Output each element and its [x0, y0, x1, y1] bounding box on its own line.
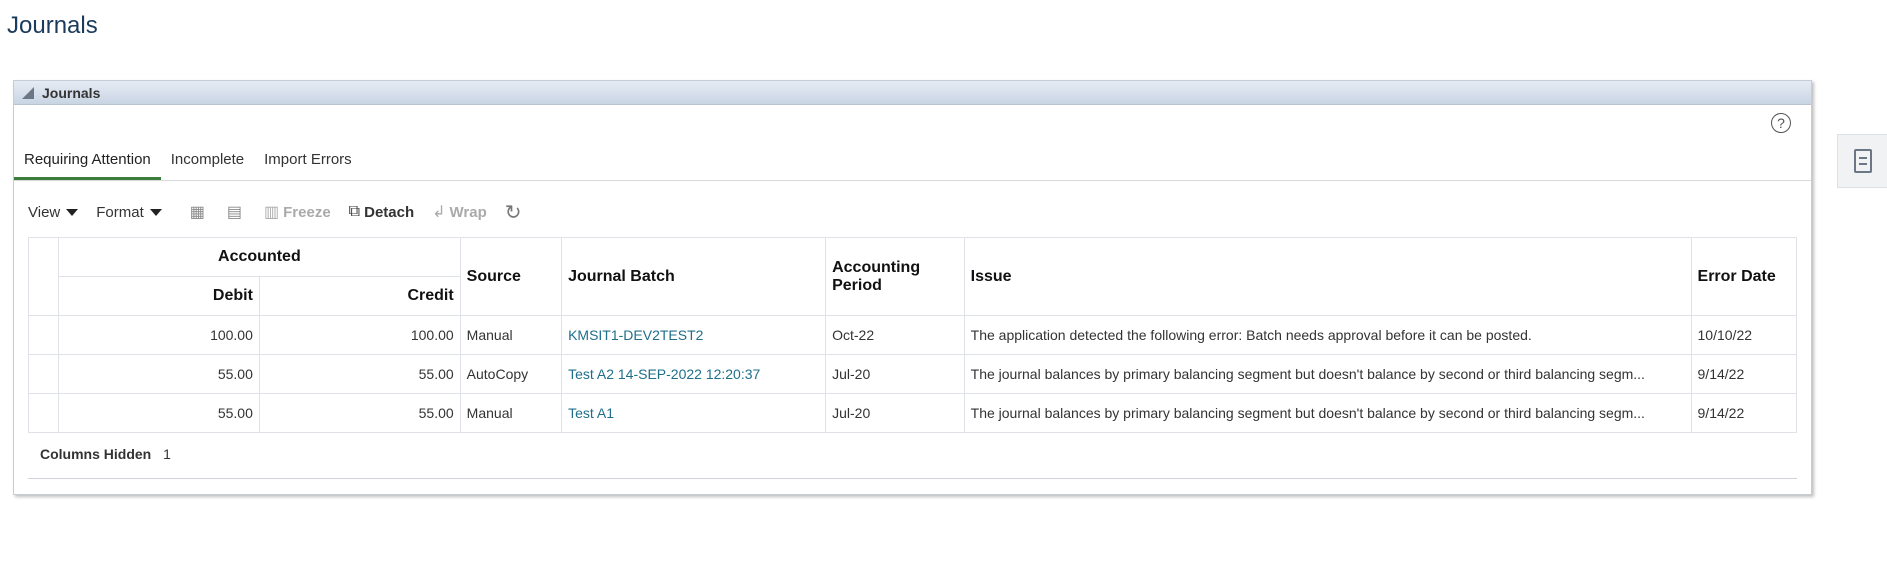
accounting-period-cell: Jul-20 — [825, 354, 965, 394]
format-label: Format — [96, 203, 144, 221]
row-selector[interactable] — [27, 393, 60, 433]
error-date-cell: 9/14/22 — [1690, 393, 1798, 433]
debit-cell: 55.00 — [58, 393, 260, 433]
format-menu-button[interactable]: Format — [96, 204, 162, 221]
row-selector[interactable] — [27, 354, 60, 394]
issue-cell: The journal balances by primary balancin… — [963, 393, 1692, 433]
journal-batch-link[interactable]: Test A1 — [568, 405, 614, 421]
detach-label: Detach — [364, 203, 415, 221]
help-icon[interactable]: ? — [1771, 113, 1791, 133]
error-date-cell: 10/10/22 — [1690, 315, 1798, 355]
column-header-journal-batch[interactable]: Journal Batch — [561, 237, 827, 316]
tab-incomplete[interactable]: Incomplete — [161, 143, 254, 180]
document-icon — [1854, 149, 1872, 173]
credit-cell: 55.00 — [258, 393, 461, 433]
detach-button[interactable]: ⧉ Detach — [349, 203, 414, 221]
detach-icon: ⧉ — [348, 203, 361, 220]
column-header-source[interactable]: Source — [459, 237, 563, 316]
tab-bar: Requiring Attention Incomplete Import Er… — [14, 143, 1811, 181]
view-label: View — [28, 203, 61, 221]
chevron-down-icon — [66, 208, 79, 216]
chevron-down-icon — [149, 208, 162, 216]
collapse-icon[interactable] — [22, 86, 34, 99]
table-row[interactable]: 100.00 100.00 Manual KMSIT1-DEV2TEST2 Oc… — [27, 315, 1798, 355]
row-selector-header — [27, 237, 60, 316]
divider — [28, 478, 1797, 479]
table-toolbar: View Format ▦ ▤ ▥ Freeze ⧉ Detach ↲ Wrap… — [28, 198, 544, 226]
column-header-issue[interactable]: Issue — [963, 237, 1692, 316]
wrap-label: Wrap — [449, 203, 487, 221]
error-date-cell: 9/14/22 — [1690, 354, 1798, 394]
table-row[interactable]: 55.00 55.00 Manual Test A1 Jul-20 The jo… — [27, 393, 1798, 433]
column-header-debit[interactable]: Debit — [58, 276, 260, 316]
columns-hidden-count[interactable]: 1 — [163, 446, 171, 462]
freeze-button[interactable]: ▥ Freeze — [264, 202, 331, 222]
wrap-icon: ↲ — [432, 204, 446, 221]
panel-header: Journals — [14, 81, 1811, 105]
query-by-example-button[interactable]: ▤ — [227, 202, 246, 222]
table-footer: Columns Hidden 1 — [40, 446, 171, 462]
filter-table-icon: ▤ — [226, 204, 243, 221]
accounted-group-header: Accounted — [58, 237, 461, 277]
freeze-icon: ▥ — [264, 204, 280, 221]
issue-cell: The journal balances by primary balancin… — [963, 354, 1692, 394]
source-cell: AutoCopy — [459, 354, 563, 394]
side-panel-toggle[interactable] — [1837, 134, 1887, 188]
wrap-button[interactable]: ↲ Wrap — [432, 202, 487, 222]
journals-panel: Journals ? Requiring Attention Incomplet… — [13, 80, 1812, 495]
columns-button[interactable]: ▦ — [190, 202, 209, 222]
debit-cell: 100.00 — [58, 315, 260, 355]
column-header-accounting-period[interactable]: Accounting Period — [825, 237, 965, 316]
refresh-icon: ↻ — [504, 201, 522, 224]
refresh-button[interactable]: ↻ — [505, 200, 526, 225]
credit-cell: 100.00 — [258, 315, 461, 355]
tab-requiring-attention[interactable]: Requiring Attention — [14, 143, 161, 180]
columns-icon: ▦ — [189, 204, 205, 221]
source-cell: Manual — [459, 315, 563, 355]
accounting-period-cell: Jul-20 — [825, 393, 965, 433]
view-menu-button[interactable]: View — [28, 203, 79, 221]
freeze-label: Freeze — [283, 203, 331, 221]
journal-batch-link[interactable]: KMSIT1-DEV2TEST2 — [568, 327, 703, 343]
panel-title: Journals — [42, 84, 101, 101]
issue-cell: The application detected the following e… — [963, 315, 1692, 355]
credit-cell: 55.00 — [258, 354, 461, 394]
journals-table: Accounted Source Journal Batch Accountin… — [27, 237, 1798, 433]
column-header-error-date[interactable]: Error Date — [1690, 237, 1798, 316]
source-cell: Manual — [459, 393, 563, 433]
row-selector[interactable] — [27, 315, 60, 355]
column-header-credit[interactable]: Credit — [258, 276, 461, 316]
columns-hidden-label: Columns Hidden — [40, 446, 152, 462]
accounting-period-cell: Oct-22 — [825, 315, 965, 355]
page-title: Journals — [7, 12, 98, 39]
tab-import-errors[interactable]: Import Errors — [254, 143, 362, 180]
table-row[interactable]: 55.00 55.00 AutoCopy Test A2 14-SEP-2022… — [27, 354, 1798, 394]
journal-batch-link[interactable]: Test A2 14-SEP-2022 12:20:37 — [568, 366, 760, 382]
debit-cell: 55.00 — [58, 354, 260, 394]
